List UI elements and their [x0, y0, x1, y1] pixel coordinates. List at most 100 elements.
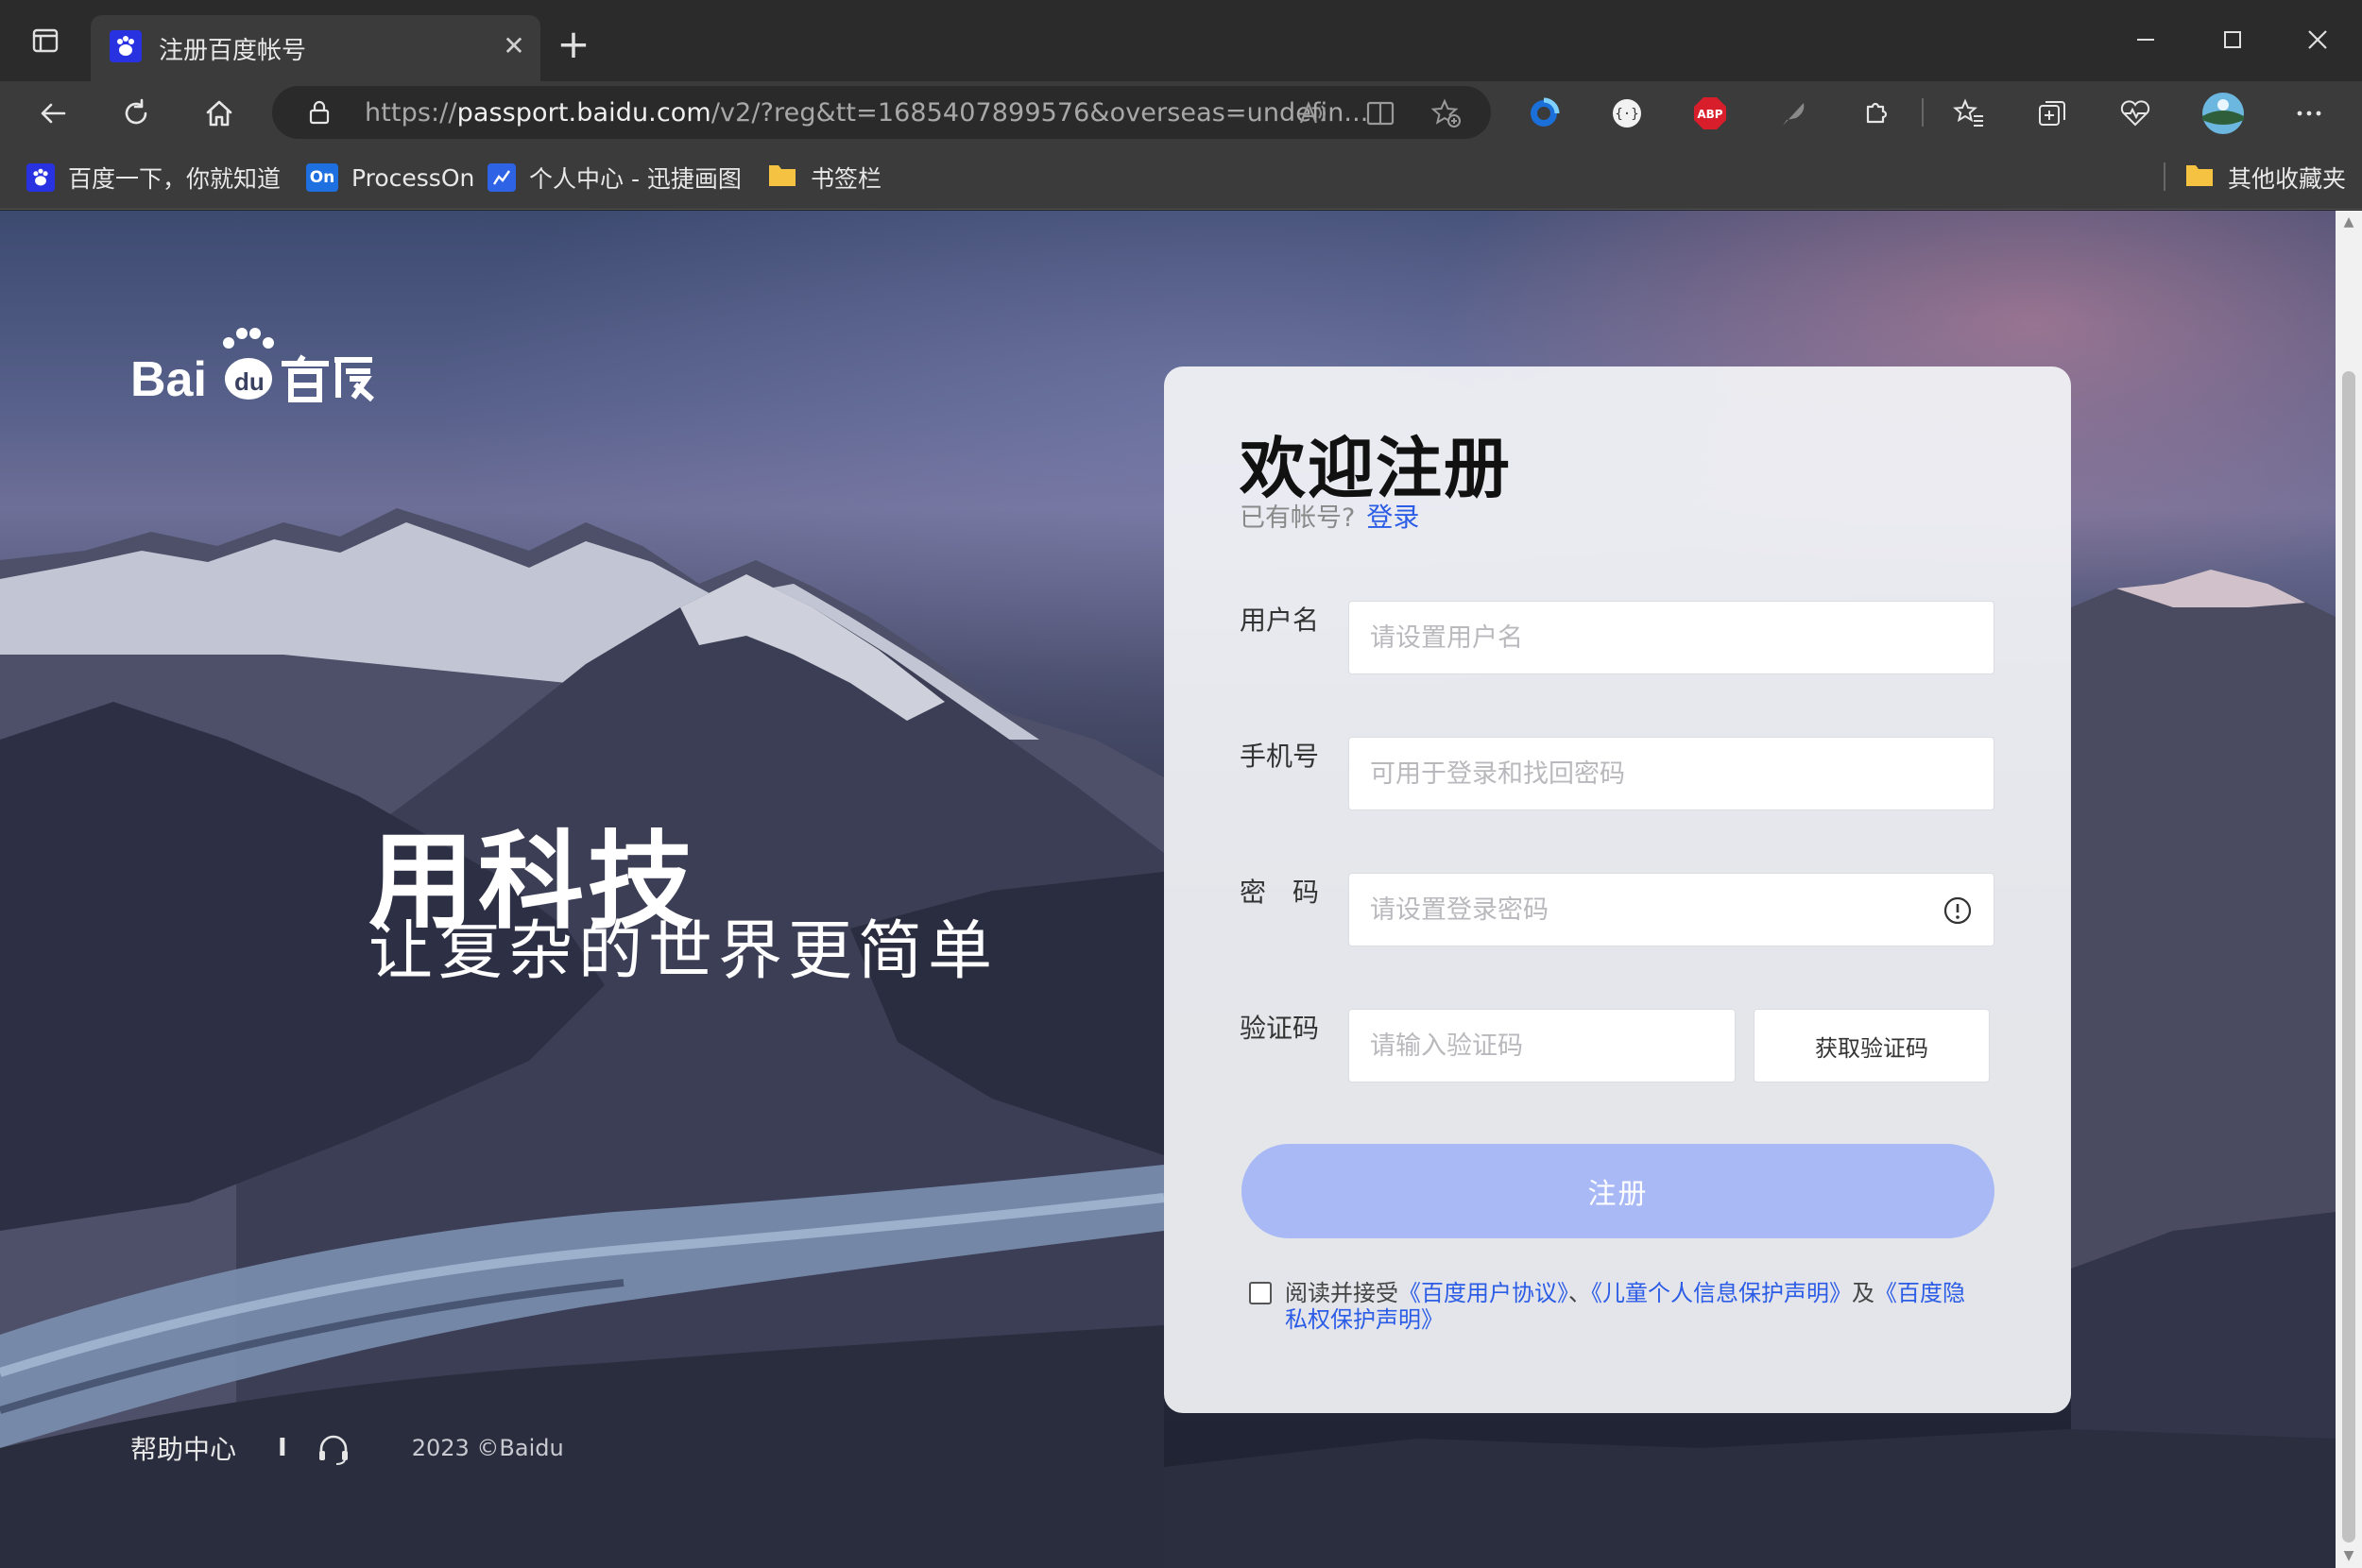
favorites-button[interactable] [1950, 94, 1988, 132]
agree-checkbox[interactable] [1249, 1282, 1272, 1304]
back-button[interactable] [28, 89, 77, 138]
svg-text:{·}: {·} [1615, 107, 1638, 122]
bookmark-label: 书签栏 [811, 165, 882, 193]
minimize-button[interactable] [2113, 13, 2179, 66]
other-bookmarks-label: 其他收藏夹 [2228, 165, 2347, 193]
help-center-link[interactable]: 帮助中心 [130, 1429, 236, 1467]
processon-icon: On [306, 163, 338, 192]
code-input[interactable] [1370, 1010, 1720, 1082]
footer-separator: I [278, 1434, 287, 1462]
password-field[interactable] [1348, 873, 1994, 946]
bookmarks-divider [2164, 162, 2165, 191]
phone-field[interactable] [1348, 737, 1994, 810]
username-input[interactable] [1370, 602, 1937, 673]
favorites-star-icon [1953, 98, 1983, 127]
page-footer: 帮助中心 I 2023 ©Baidu [130, 1424, 564, 1472]
new-tab-button[interactable]: + [552, 23, 595, 66]
code-field[interactable] [1348, 1009, 1736, 1082]
url-host: passport.baidu.com [456, 98, 711, 128]
tab-actions-icon [32, 28, 59, 53]
scroll-thumb[interactable] [2342, 371, 2355, 1542]
user-agreement-link[interactable]: 《百度用户协议》 [1398, 1280, 1568, 1306]
other-bookmarks[interactable]: 其他收藏夹 [2184, 161, 2346, 195]
address-bar[interactable]: https://passport.baidu.com/v2/?reg&tt=16… [272, 86, 1491, 139]
login-prompt: 已有帐号? 登录 [1240, 497, 1419, 535]
copyright-text: 2023 ©Baidu [411, 1435, 564, 1461]
add-favorite-button[interactable] [1430, 97, 1463, 129]
close-icon: ✕ [503, 29, 525, 61]
bookmark-processon[interactable]: On ProcessOn [306, 161, 474, 195]
svg-text:Bai: Bai [130, 352, 207, 407]
get-code-button[interactable]: 获取验证码 [1754, 1009, 1990, 1082]
read-aloud-button[interactable] [1296, 97, 1328, 129]
tab-title: 注册百度帐号 [159, 37, 307, 65]
tab-close-button[interactable]: ✕ [495, 26, 533, 64]
collections-button[interactable] [2033, 94, 2071, 132]
password-label: 密 码 [1240, 877, 1320, 908]
lock-icon [309, 100, 330, 125]
close-window-button[interactable] [2285, 13, 2351, 66]
extensions-button[interactable] [1857, 94, 1895, 132]
collections-icon [2039, 101, 2065, 126]
code-brackets-icon: {·} [1613, 99, 1641, 128]
bookmark-label: ProcessOn [351, 163, 475, 192]
children-privacy-link[interactable]: 《儿童个人信息保护声明》 [1591, 1280, 1852, 1306]
scroll-down-arrow-icon[interactable]: ▼ [2341, 1548, 2356, 1563]
extension-button-2[interactable]: {·} [1608, 94, 1646, 132]
book-icon [1366, 101, 1395, 126]
adblock-plus-button[interactable]: ABP [1691, 94, 1729, 132]
star-add-icon [1430, 98, 1461, 128]
close-icon [2308, 30, 2327, 49]
register-form-card: 欢迎注册 已有帐号?登录 用户名 手机号 密 码 验证码 获取验证码 注册 阅读… [1164, 366, 2071, 1413]
bookmark-folder[interactable]: 书签栏 [767, 161, 881, 195]
bookmark-baidu[interactable]: 百度一下，你就知道 [26, 161, 281, 195]
minimize-icon [2137, 39, 2154, 41]
password-input[interactable] [1370, 874, 1937, 946]
headset-icon[interactable] [316, 1430, 351, 1466]
profile-avatar-button[interactable] [2201, 92, 2245, 135]
refresh-icon [125, 98, 147, 125]
tab-actions-button[interactable] [21, 19, 70, 62]
url-text[interactable]: https://passport.baidu.com/v2/?reg&tt=16… [365, 98, 1368, 128]
heart-pulse-icon [2120, 100, 2150, 127]
username-field[interactable] [1348, 601, 1994, 674]
info-icon[interactable] [1943, 895, 1973, 926]
home-button[interactable] [195, 89, 244, 138]
page-scrollbar[interactable]: ▲ ▼ [2336, 211, 2362, 1568]
maximize-button[interactable] [2199, 13, 2266, 66]
phone-input[interactable] [1370, 738, 1937, 810]
navigation-bar: https://passport.baidu.com/v2/?reg&tt=16… [0, 81, 2362, 144]
login-link[interactable]: 登录 [1366, 502, 1419, 533]
puzzle-icon [1866, 102, 1888, 124]
login-prompt-text: 已有帐号? [1240, 503, 1356, 533]
refresh-button[interactable] [111, 89, 161, 138]
adblock-icon: ABP [1694, 97, 1726, 129]
register-button[interactable]: 注册 [1241, 1144, 1994, 1238]
extension-button-1[interactable] [1525, 94, 1563, 132]
bookmark-label: 百度一下，你就知道 [68, 165, 282, 193]
scroll-up-arrow-icon[interactable]: ▲ [2341, 214, 2356, 230]
browser-essentials-button[interactable] [2116, 94, 2154, 132]
baidu-paw-icon [110, 30, 142, 62]
avatar [2202, 93, 2244, 134]
phone-label: 手机号 [1240, 741, 1320, 772]
url-prefix: https:// [365, 98, 457, 128]
username-label: 用户名 [1240, 605, 1320, 636]
baidu-paw-icon [26, 163, 55, 192]
page-content: Bai du 用科技 让复杂的世界更简单 帮助中心 I 2023 ©Baidu … [0, 211, 2336, 1568]
agree-prefix: 阅读并接受 [1285, 1280, 1398, 1306]
chart-icon [488, 163, 516, 192]
reading-view-button[interactable] [1364, 97, 1396, 129]
tab-register-baidu[interactable]: 注册百度帐号 ✕ [91, 15, 540, 81]
svg-text:du: du [234, 367, 265, 396]
home-icon [206, 100, 232, 127]
svg-text:ABP: ABP [1697, 108, 1722, 121]
settings-more-button[interactable] [2290, 94, 2328, 132]
baidu-logo: Bai du [130, 328, 374, 407]
bookmark-xunjie[interactable]: 个人中心 - 迅捷画图 [488, 161, 742, 195]
plus-icon: + [556, 21, 590, 67]
more-dots-icon [2297, 111, 2321, 116]
slogan-sub: 让复杂的世界更简单 [368, 914, 999, 989]
agree-separator: 及 [1852, 1280, 1874, 1306]
extension-button-4[interactable] [1774, 94, 1812, 132]
